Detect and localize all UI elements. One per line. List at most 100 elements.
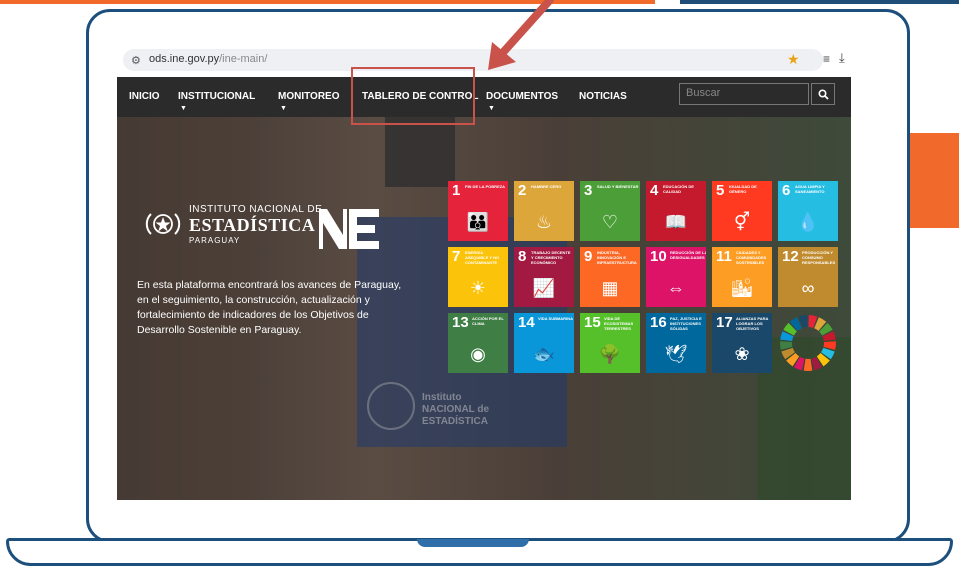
laptop-notch — [417, 539, 529, 547]
sdg-number: 5 — [716, 182, 725, 199]
sdg-number: 12 — [782, 248, 799, 265]
sdg-number: 9 — [584, 248, 593, 265]
hero-description: En esta plataforma encontrará los avance… — [137, 279, 402, 336]
sdg-title: Educación de calidad — [663, 184, 694, 194]
sdg-title: Trabajo decente y crecimiento económico — [531, 250, 571, 265]
sdg-title: Hambre cero — [531, 184, 562, 189]
ne-logo-mark — [319, 209, 379, 249]
background-lamp — [385, 117, 455, 187]
sdg-number: 3 — [584, 182, 593, 199]
sdg-tile-13[interactable]: 13 Acción por el clima ◉ — [448, 313, 508, 373]
sdg-tile-3[interactable]: 3 Salud y bienestar ♡ — [580, 181, 640, 241]
bookmark-star-icon[interactable]: ★ — [787, 51, 800, 68]
sdg-tile-16[interactable]: 16 Paz, justicia e instituciones sólidas 🕊 — [646, 313, 706, 373]
sdg-tile-12[interactable]: 12 Producción y consumo responsables ∞ — [778, 247, 838, 307]
sdg-tile-1[interactable]: 1 Fin de la pobreza 👪 — [448, 181, 508, 241]
infinity-icon: ∞ — [801, 278, 815, 298]
sdg-number: 10 — [650, 248, 667, 265]
sdg-number: 17 — [716, 314, 733, 331]
sdg-number: 13 — [452, 314, 469, 331]
dove-icon: 🕊 — [664, 344, 688, 364]
dropdown-caret-icon: ▼ — [488, 105, 495, 112]
search-input[interactable]: Buscar — [679, 83, 809, 105]
background-emblem — [367, 382, 415, 430]
eye-globe-icon: ◉ — [470, 344, 486, 364]
highlight-box — [351, 67, 475, 125]
sdg-title: Paz, justicia e instituciones sólidas — [670, 316, 702, 331]
city-icon: 🏙 — [730, 278, 754, 298]
search-button[interactable] — [811, 83, 835, 105]
nav-item-monitoreo[interactable]: MONITOREO — [278, 91, 339, 102]
sdg-title: Salud y bienestar — [597, 184, 639, 189]
reading-list-icon[interactable]: ≡ — [823, 52, 830, 66]
sdg-title: Alianzas para lograr los objetivos — [736, 316, 769, 331]
gender-icon: ⚥ — [733, 212, 751, 232]
sdg-number: 6 — [782, 182, 791, 199]
background-sign-text: Instituto NACIONAL de ESTADÍSTICA — [422, 392, 490, 427]
sdg-number: 7 — [452, 248, 461, 265]
sdg-tile-2[interactable]: 2 Hambre cero ♨ — [514, 181, 574, 241]
hero-section: Instituto NACIONAL de ESTADÍSTICA INSTIT… — [117, 117, 851, 500]
rings-icon: ❀ — [734, 344, 750, 364]
sdg-title: Industria, innovación e infraestructura — [597, 250, 637, 265]
star-seal-icon — [145, 213, 181, 235]
heartbeat-icon: ♡ — [601, 212, 619, 232]
sdg-title: Fin de la pobreza — [465, 184, 506, 189]
sdg-tile-9[interactable]: 9 Industria, innovación e infraestructura… — [580, 247, 640, 307]
sdg-tile-7[interactable]: 7 Energía asequible y no contaminante ☀ — [448, 247, 508, 307]
sdg-title: Producción y consumo responsables — [802, 250, 836, 265]
logo-line-1: INSTITUTO NACIONAL DE — [189, 204, 323, 215]
sdg-tile-15[interactable]: 15 Vida de ecosistemas terrestres 🌳 — [580, 313, 640, 373]
sdg-title: Acción por el clima — [472, 316, 504, 326]
nav-item-documentos[interactable]: DOCUMENTOS — [486, 91, 558, 102]
dropdown-caret-icon: ▼ — [180, 105, 187, 112]
sdg-number: 4 — [650, 182, 659, 199]
nav-item-inicio[interactable]: INICIO — [129, 91, 160, 102]
sdg-tile-17[interactable]: 17 Alianzas para lograr los objetivos ❀ — [712, 313, 772, 373]
fish-icon: 🐟 — [532, 344, 556, 364]
sdg-number: 2 — [518, 182, 527, 199]
nav-item-institucional[interactable]: INSTITUCIONAL — [178, 91, 255, 102]
sdg-title: Agua limpia y saneamiento — [795, 184, 825, 194]
sdg-number: 11 — [716, 248, 732, 265]
top-accent-bar-blue — [680, 0, 959, 4]
url-text: ods.ine.gov.py/ine-main/ — [149, 53, 268, 65]
sdg-tile-6[interactable]: 6 Agua limpia y saneamiento 💧 — [778, 181, 838, 241]
sdg-number: 14 — [518, 314, 535, 331]
sdg-tile-8[interactable]: 8 Trabajo decente y crecimiento económico… — [514, 247, 574, 307]
sdg-title: Ciudades y comunidades sostenibles — [736, 250, 767, 265]
sdg-number: 16 — [650, 314, 667, 331]
logo-line-2: ESTADÍSTICA — [189, 215, 316, 235]
sdg-tile-5[interactable]: 5 Igualdad de género ⚥ — [712, 181, 772, 241]
sdg-tile-4[interactable]: 4 Educación de calidad 📖 — [646, 181, 706, 241]
sdg-tile-11[interactable]: 11 Ciudades y comunidades sostenibles 🏙 — [712, 247, 772, 307]
download-icon[interactable]: ⤓ — [839, 50, 845, 66]
sdg-title: Reducción de las desigualdades — [670, 250, 706, 260]
sdg-wheel-icon[interactable] — [778, 313, 838, 373]
sdg-tile-10[interactable]: 10Reducción de las desigualdades ⇔ — [646, 247, 706, 307]
sdg-title: Igualdad de género — [729, 184, 757, 194]
nav-menu-1[interactable]: INSTITUCIONAL ▼ — [178, 91, 255, 113]
book-icon: 📖 — [664, 212, 688, 232]
equal-icon: ⇔ — [667, 278, 685, 298]
dropdown-caret-icon: ▼ — [280, 105, 287, 112]
nav-menu-2[interactable]: MONITOREO ▼ — [278, 91, 339, 113]
sdg-number: 1 — [452, 182, 461, 199]
sdg-number: 15 — [584, 314, 601, 331]
sdg-title: Energía asequible y no contaminante — [465, 250, 500, 265]
red-pointer-arrow-icon — [488, 0, 554, 70]
bowl-icon: ♨ — [535, 212, 553, 232]
nav-menu-4[interactable]: DOCUMENTOS ▼ — [486, 91, 558, 113]
tree-icon: 🌳 — [598, 344, 622, 364]
cubes-icon: ▦ — [601, 278, 619, 298]
sdg-tile-14[interactable]: 14 Vida submarina 🐟 — [514, 313, 574, 373]
sun-icon: ☀ — [469, 278, 487, 298]
sdg-goals-grid: 1 Fin de la pobreza 👪 2 Hambre cero ♨ 3 Salud y… — [448, 181, 844, 381]
search-icon — [817, 89, 829, 100]
laptop-screen: ⚙ ods.ine.gov.py/ine-main/ ★ ≡ ⤓ INICIO I… — [117, 43, 851, 500]
nav-item-noticias[interactable]: NOTICIAS — [579, 91, 627, 102]
people-icon: 👪 — [466, 212, 490, 232]
site-settings-icon[interactable]: ⚙ — [131, 54, 141, 67]
site-navbar: INICIO INSTITUCIONAL ▼ MONITOREO ▼ TABLERO DE… — [117, 77, 851, 117]
sdg-number: 8 — [518, 248, 527, 265]
